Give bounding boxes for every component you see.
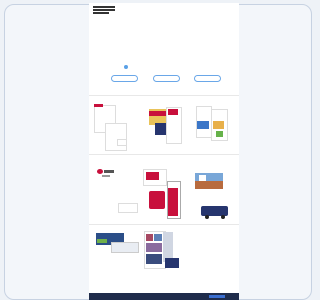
van-wheel: [221, 215, 225, 219]
logo-bar: [93, 6, 115, 8]
portfolio-thumb-card[interactable]: [118, 203, 138, 213]
poster-photo: [146, 254, 162, 264]
hero-button[interactable]: [111, 75, 138, 82]
hero-button[interactable]: [194, 75, 221, 82]
cookie-accept-button[interactable]: [209, 295, 225, 298]
logo-bar: [93, 9, 115, 11]
section-divider: [89, 95, 239, 96]
portfolio-thumb-letterhead[interactable]: [105, 123, 127, 151]
rollup-header: [168, 109, 178, 115]
portfolio-thumb-bag[interactable]: [149, 191, 165, 209]
brand-mark: [94, 104, 103, 107]
rollup-print: [168, 188, 178, 216]
brochure-photo: [213, 121, 224, 129]
photo-highlight: [199, 175, 206, 181]
portfolio-thumb-folder[interactable]: [165, 258, 179, 268]
poster-photo: [154, 234, 162, 241]
hero-button[interactable]: [152, 75, 180, 82]
portfolio-thumb-card[interactable]: [117, 139, 127, 146]
logo-bar: [93, 12, 109, 14]
decorative-icon: [124, 65, 128, 69]
poster-photo: [146, 243, 162, 252]
brand-mark: [97, 169, 103, 174]
portfolio-thumb-card[interactable]: [111, 242, 139, 253]
van-wheel: [205, 215, 209, 219]
poster-photo: [146, 234, 153, 241]
web-page: [89, 3, 239, 300]
brochure-photo: [216, 131, 223, 137]
hero-buttons: [111, 75, 221, 82]
photo-band: [195, 181, 223, 189]
wordmark: [102, 175, 110, 177]
brand-logo[interactable]: [93, 6, 115, 15]
banner-print: [146, 172, 159, 180]
banner-accent: [97, 239, 107, 243]
section-divider: [89, 154, 239, 155]
section-divider: [89, 224, 239, 225]
brochure-photo: [197, 121, 209, 129]
flyer-stripe: [149, 111, 167, 116]
wordmark: [104, 170, 114, 173]
